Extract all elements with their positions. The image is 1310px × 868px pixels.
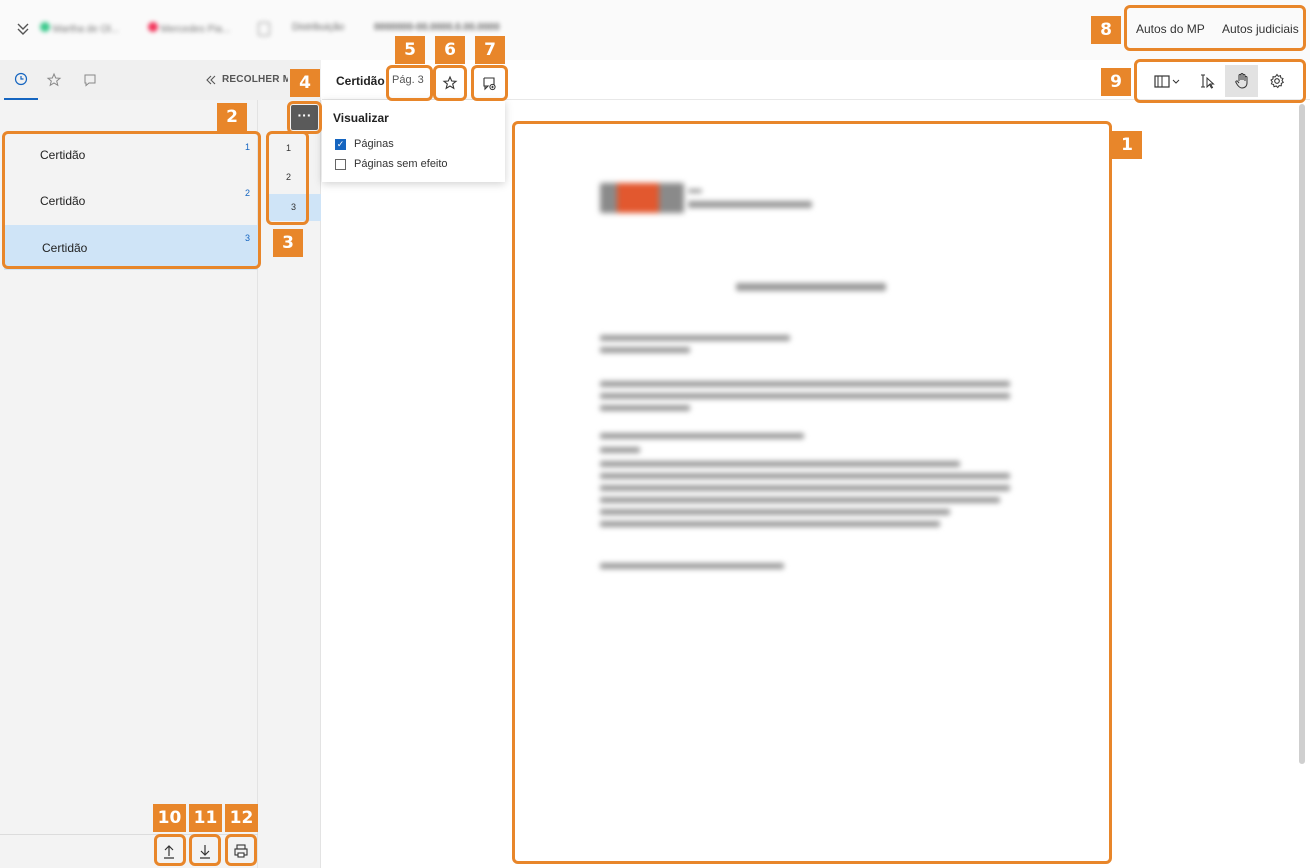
callout-badge-5: 5 [395, 36, 425, 64]
star-icon[interactable] [46, 72, 62, 88]
callout-box-7 [471, 65, 508, 101]
view-options-dropdown: Visualizar ✓ Páginas Páginas sem efeito [322, 100, 505, 182]
callout-box-1 [512, 121, 1112, 864]
double-chevron-down-icon[interactable] [14, 20, 32, 38]
callout-badge-9: 9 [1101, 68, 1131, 96]
comment-icon[interactable] [82, 72, 98, 88]
callout-box-12 [225, 834, 257, 866]
callout-badge-2: 2 [217, 103, 247, 131]
callout-box-6 [433, 65, 467, 101]
callout-box-4 [287, 101, 322, 134]
pages-without-effect-checkbox[interactable] [335, 159, 346, 170]
callout-box-8 [1124, 5, 1306, 51]
callout-badge-8: 8 [1091, 16, 1121, 44]
callout-badge-1: 1 [1112, 131, 1142, 159]
callout-box-9 [1134, 59, 1306, 103]
callout-box-5 [386, 65, 433, 101]
callout-box-11 [189, 834, 221, 866]
callout-badge-11: 11 [189, 804, 222, 832]
pages-option-label[interactable]: Páginas [354, 138, 394, 150]
callout-box-10 [154, 834, 186, 866]
callout-badge-6: 6 [435, 36, 465, 64]
document-title: Certidão [336, 74, 385, 88]
callout-badge-3: 3 [273, 229, 303, 257]
callout-box-2 [2, 131, 261, 269]
callout-badge-4: 4 [290, 69, 320, 97]
party-pill-2: Mercedes Pia... [148, 22, 230, 35]
process-class-label: Distribuição [292, 22, 345, 33]
collapse-button[interactable]: RECOLHER M [222, 74, 288, 85]
pages-checkbox[interactable]: ✓ [335, 139, 346, 150]
pages-without-effect-label[interactable]: Páginas sem efeito [354, 158, 448, 170]
collapse-chevron-icon[interactable] [204, 73, 218, 87]
callout-badge-12: 12 [225, 804, 258, 832]
party-pill-1: Martha de Ol... [40, 22, 119, 35]
callout-badge-10: 10 [153, 804, 186, 832]
dropdown-title: Visualizar [333, 111, 389, 125]
scrollbar-thumb[interactable] [1299, 104, 1305, 764]
sidebar-tabs: RECOLHER M [0, 60, 321, 100]
clock-icon[interactable] [4, 60, 38, 100]
copy-icon [258, 22, 270, 36]
callout-badge-7: 7 [475, 36, 505, 64]
callout-box-3 [266, 131, 309, 225]
process-number: 0000000-00.0000.0.00.0000 [374, 22, 500, 33]
